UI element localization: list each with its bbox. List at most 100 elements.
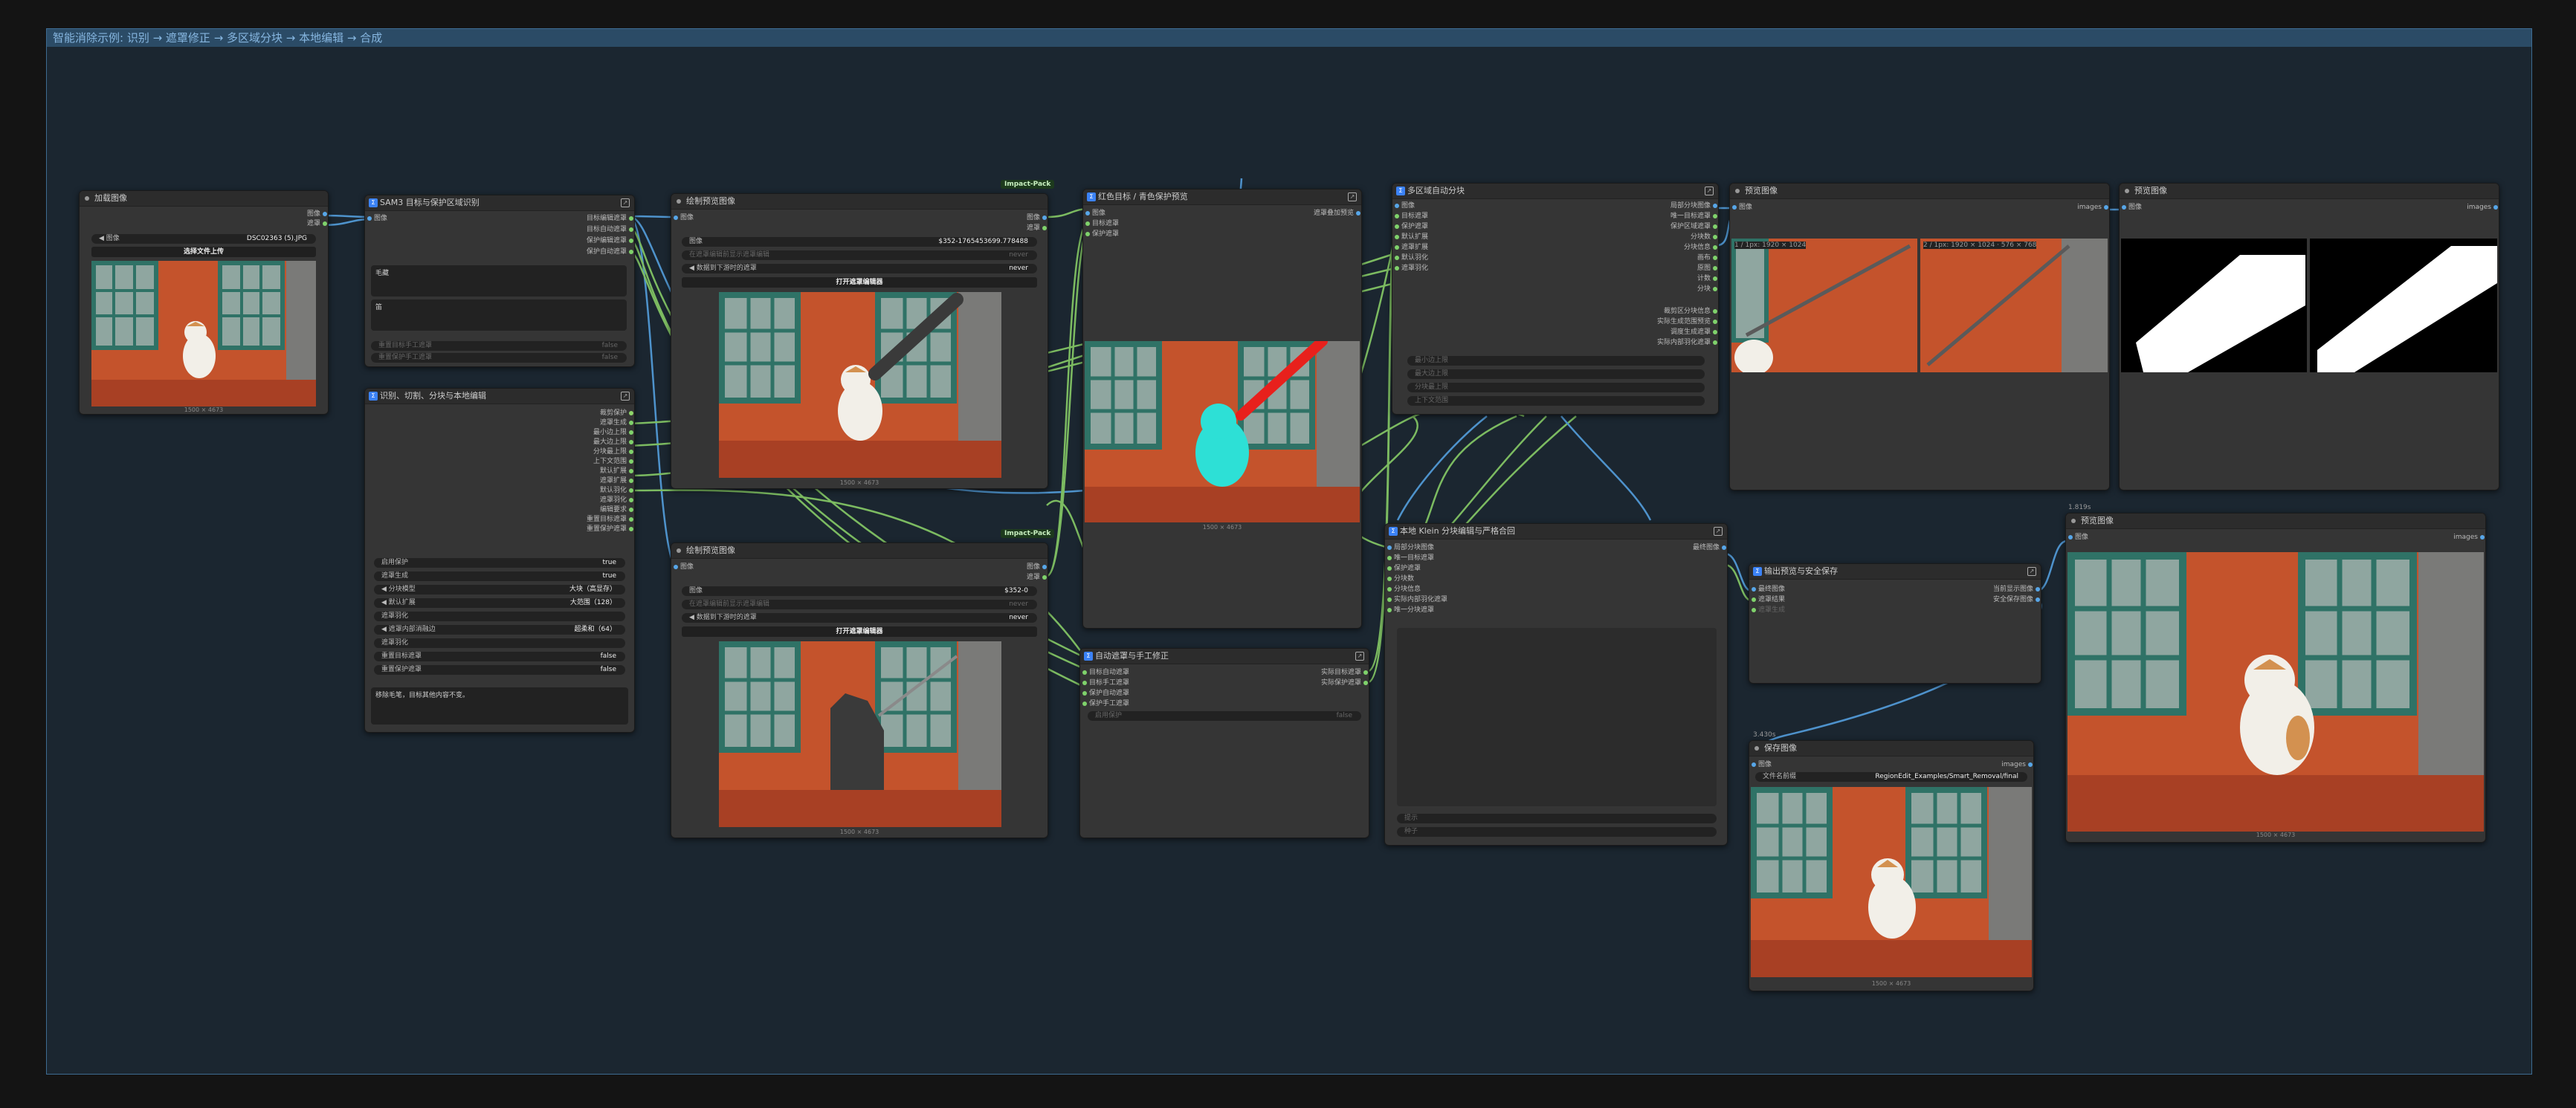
reset-target-mask-toggle[interactable]: 重置目标遮罩 false: [374, 652, 625, 661]
output-3[interactable]: 最大边上限: [593, 438, 634, 447]
input-image[interactable]: 图像: [1394, 201, 1415, 210]
input-target-mask[interactable]: 目标遮罩: [1085, 219, 1119, 228]
input-4[interactable]: 分块信息: [1387, 585, 1421, 594]
output-1[interactable]: 唯一目标遮罩: [1670, 212, 1718, 221]
input-protect-auto[interactable]: 保护自动遮罩: [1082, 689, 1129, 698]
output-images[interactable]: images: [2077, 203, 2109, 212]
mask-feather-input-2[interactable]: 遮罩羽化: [374, 638, 625, 648]
input-image[interactable]: 图像: [1751, 760, 1772, 769]
reset-protect-mask-toggle[interactable]: 重置保护遮罩 false: [374, 665, 625, 675]
output-11[interactable]: 重置目标遮罩: [587, 515, 634, 524]
output-10[interactable]: 编辑要求: [600, 505, 634, 514]
mask-fix-node[interactable]: Σ 自动遮罩与手工修正 ↗ 目标自动遮罩 目标手工遮罩 保护自动遮罩 保护手工遮罩 …: [1079, 648, 1369, 838]
output-mask[interactable]: 遮罩: [307, 219, 328, 228]
max-edge-input[interactable]: 最大边上限: [1407, 369, 1705, 379]
input-2[interactable]: 保护遮罩: [1387, 564, 1421, 573]
sam3-node[interactable]: Σ SAM3 目标与保护区域识别 ↗ 图像 目标编辑遮罩 目标自动遮罩 保护编辑遮罩…: [364, 195, 635, 367]
expand-icon[interactable]: ↗: [2027, 567, 2036, 576]
input-6[interactable]: 唯一分块遮罩: [1387, 606, 1434, 615]
edit-prompt-input[interactable]: 移除毛笔，目标其他内容不变。: [371, 687, 628, 725]
context-range-input[interactable]: 上下文范围: [1407, 396, 1705, 406]
input-0[interactable]: 局部分块图像: [1387, 543, 1434, 552]
input-mask-expand[interactable]: 遮罩扩展: [1394, 243, 1428, 252]
tile-limit-input[interactable]: 分块最上限: [1407, 383, 1705, 392]
seed-input[interactable]: 种子: [1397, 827, 1717, 837]
output-5[interactable]: 上下文范围: [593, 457, 634, 466]
output-8[interactable]: 分块: [1697, 285, 1718, 294]
output-9[interactable]: 裁剪区分块信息: [1664, 307, 1718, 316]
output-final-image[interactable]: 最终图像: [1693, 543, 1727, 552]
mask-preview-node-2[interactable]: 绘制预览图像 图像 图像 遮罩 图像 $352-0 在遮罩编辑前显示遮罩编辑 nev…: [671, 542, 1048, 838]
output-save-node[interactable]: Σ 输出预览与安全保存 ↗ 最终图像 遮罩结果 遮罩生成 当前显示图像 安全保存图像: [1749, 563, 2041, 684]
output-0[interactable]: 裁剪保护: [600, 409, 634, 418]
input-final-image[interactable]: 最终图像: [1751, 585, 1785, 594]
input-default-expand[interactable]: 默认扩展: [1394, 233, 1428, 242]
input-1[interactable]: 唯一目标遮罩: [1387, 554, 1434, 563]
input-protect-mask[interactable]: 保护遮罩: [1085, 230, 1119, 239]
output-12[interactable]: 重置保护遮罩: [587, 525, 634, 534]
input-3[interactable]: 分块数: [1387, 574, 1414, 583]
output-4[interactable]: 分块最上限: [593, 447, 634, 456]
output-images[interactable]: images: [2467, 203, 2499, 212]
expand-icon[interactable]: ↗: [1355, 652, 1364, 661]
output-mask[interactable]: 遮罩: [1027, 224, 1047, 233]
output-11[interactable]: 调度生成遮罩: [1670, 328, 1718, 337]
output-images[interactable]: images: [2453, 533, 2485, 542]
image-filename-select[interactable]: ◀ 图像 DSC02363 (5).JPG: [91, 234, 316, 244]
input-mask-result[interactable]: 遮罩结果: [1751, 595, 1785, 604]
downstream-mask-select[interactable]: ◀ 数据到下游时的遮罩 never: [682, 264, 1037, 273]
save-image-node[interactable]: 保存图像 图像 images 文件名前缀 RegionEdit_Examples/…: [1749, 740, 2034, 991]
prompt-input[interactable]: 提示: [1397, 814, 1717, 823]
expand-icon[interactable]: ↗: [1348, 192, 1357, 201]
input-image[interactable]: 图像: [673, 563, 694, 571]
color-preview-node[interactable]: Σ 红色目标 / 青色保护预览 ↗ 图像 目标遮罩 保护遮罩 遮罩叠加预览 1500…: [1082, 189, 1362, 629]
klein-edit-node[interactable]: Σ 本地 Klein 分块编辑与严格合回 ↗ 局部分块图像 唯一目标遮罩 保护遮罩 …: [1384, 523, 1728, 846]
default-expand-select[interactable]: ◀ 默认扩展 大范围（128）: [374, 598, 625, 608]
tile-model-select[interactable]: ◀ 分块模型 大块（高显存）: [374, 585, 625, 595]
target-prompt-input[interactable]: 毛藏: [371, 265, 627, 297]
input-target-mask[interactable]: 目标遮罩: [1394, 212, 1428, 221]
output-image[interactable]: 图像: [1027, 213, 1047, 222]
preview-node-1[interactable]: 预览图像 图像 images 1 / 1px: 1920 × 1024 2 / …: [1729, 183, 2110, 490]
output-7[interactable]: 遮罩扩展: [600, 476, 634, 485]
output-current-image[interactable]: 当前显示图像: [1993, 585, 2041, 594]
output-overlay[interactable]: 遮罩叠加预览: [1314, 209, 1361, 218]
output-target-edit-mask[interactable]: 目标编辑遮罩: [587, 214, 634, 223]
image-id-input[interactable]: 图像 $352-0: [682, 586, 1037, 596]
input-protect-mask[interactable]: 保护遮罩: [1394, 222, 1428, 231]
output-2[interactable]: 最小边上限: [593, 428, 634, 437]
output-10[interactable]: 实际生成范围预览: [1657, 317, 1718, 326]
input-image[interactable]: 图像: [1085, 209, 1105, 218]
input-image[interactable]: 图像: [2067, 533, 2088, 542]
open-mask-editor-button[interactable]: 打开遮罩编辑器: [682, 277, 1037, 288]
input-mask-feather[interactable]: 遮罩羽化: [1394, 264, 1428, 273]
plan-node[interactable]: Σ 识别、切割、分块与本地编辑 ↗ 裁剪保护 遮罩生成 最小边上限 最大边上限 分块…: [364, 388, 635, 733]
output-9[interactable]: 遮罩羽化: [600, 496, 634, 505]
open-mask-editor-button[interactable]: 打开遮罩编辑器: [682, 626, 1037, 637]
output-6[interactable]: 原图: [1697, 264, 1718, 273]
split-node[interactable]: Σ 多区域自动分块 ↗ 图像 目标遮罩 保护遮罩 默认扩展 遮罩扩展 默认羽化 遮罩…: [1392, 183, 1719, 415]
image-id-input[interactable]: 图像 $352-1765453699.778488: [682, 237, 1037, 247]
output-8[interactable]: 默认羽化: [600, 486, 634, 495]
output-2[interactable]: 保护区域遮罩: [1670, 222, 1718, 231]
input-5[interactable]: 实际内部羽化遮罩: [1387, 595, 1447, 604]
output-4[interactable]: 分块信息: [1684, 243, 1718, 252]
input-target-auto[interactable]: 目标自动遮罩: [1082, 668, 1129, 677]
min-edge-input[interactable]: 最小边上限: [1407, 356, 1705, 366]
input-target-manual[interactable]: 目标手工遮罩: [1082, 678, 1129, 687]
protect-prompt-input[interactable]: 笛: [371, 299, 627, 331]
upload-button[interactable]: 选择文件上传: [91, 247, 316, 257]
show-mask-select[interactable]: 在遮罩编辑前显示遮罩编辑 never: [682, 600, 1037, 609]
enable-protect-toggle[interactable]: 启用保护 false: [1088, 711, 1361, 721]
filename-prefix-input[interactable]: 文件名前缀 RegionEdit_Examples/Smart_Removal/f…: [1755, 772, 2027, 782]
inner-fade-select[interactable]: ◀ 遮罩内部消融边 超柔和（64）: [374, 625, 625, 635]
mask-gen-toggle[interactable]: 遮罩生成 true: [374, 571, 625, 581]
input-image[interactable]: 图像: [1731, 203, 1752, 212]
preview-node-final[interactable]: 预览图像 图像 images 1500 × 4673: [2065, 513, 2486, 843]
expand-icon[interactable]: ↗: [621, 392, 630, 401]
output-1[interactable]: 遮罩生成: [600, 418, 634, 427]
input-image[interactable]: 图像: [2121, 203, 2142, 212]
output-3[interactable]: 分块数: [1691, 233, 1718, 242]
output-image[interactable]: 图像: [307, 210, 328, 218]
output-protect-mask[interactable]: 实际保护遮罩: [1321, 678, 1369, 687]
